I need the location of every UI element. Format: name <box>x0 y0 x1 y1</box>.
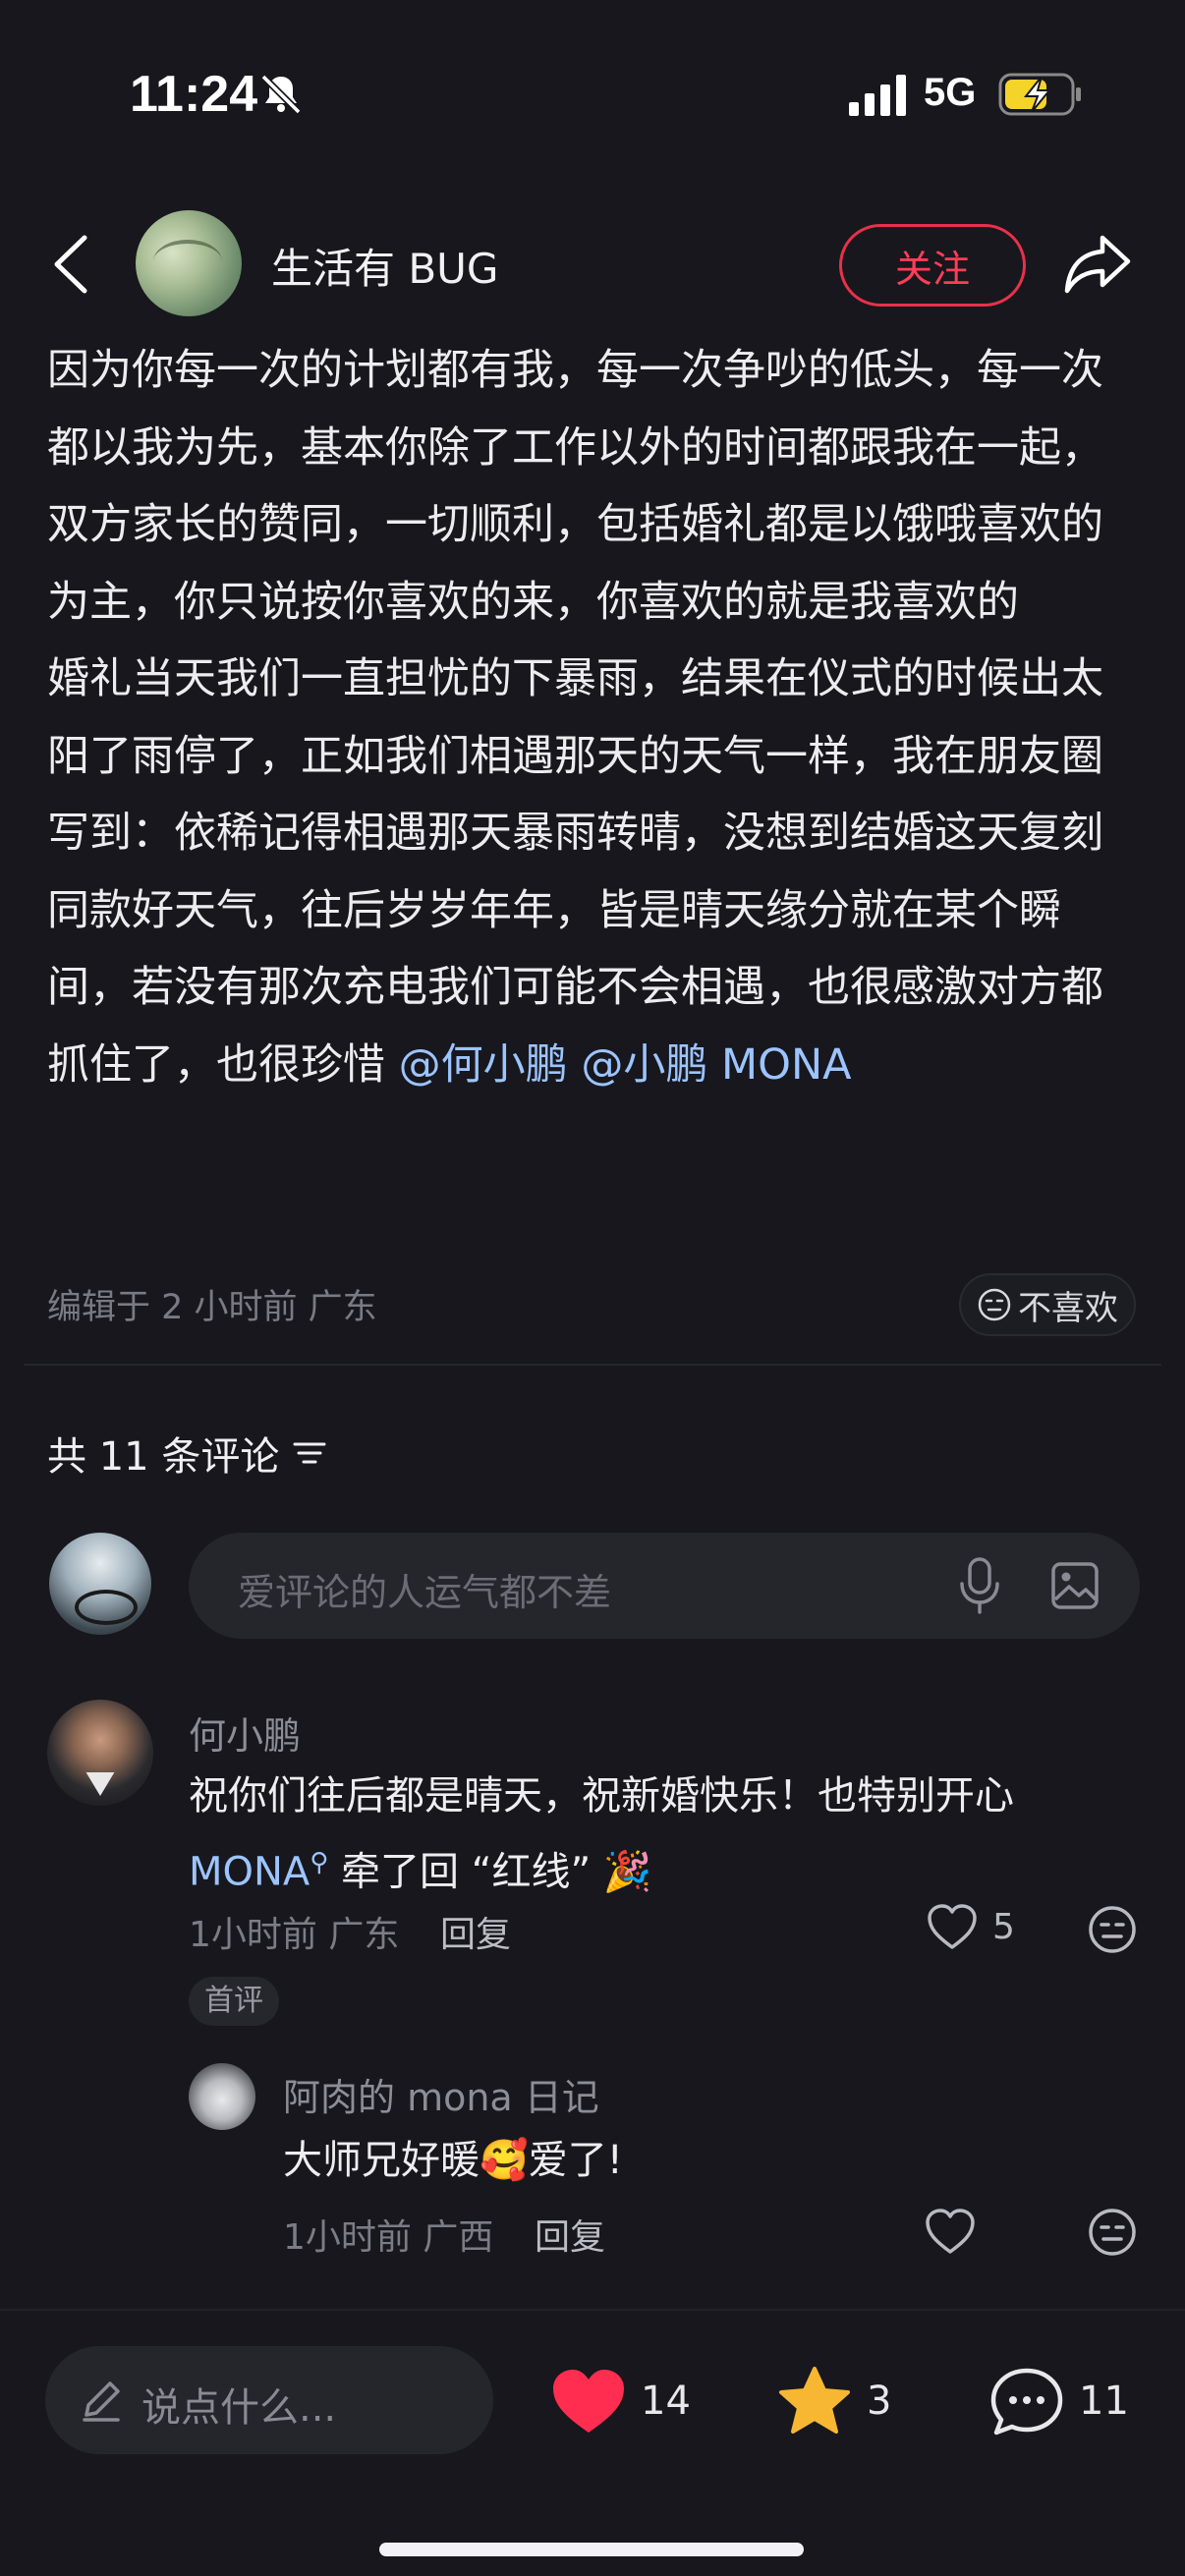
status-time: 11:24 <box>130 66 258 123</box>
post-body: 因为你每一次的计划都有我，每一次争吵的低头，每一次都以我为先，基本你除了工作以外… <box>47 332 1138 1103</box>
status-bar: 11:24 5G <box>0 0 1185 187</box>
author-avatar[interactable] <box>136 210 242 316</box>
reply-avatar[interactable] <box>189 2063 255 2130</box>
reply-meta: 1小时前 广西 <box>283 2217 494 2258</box>
commenter-name[interactable]: 何小鹏 <box>189 1706 301 1760</box>
comment-meta: 1小时前 广东 <box>189 1915 400 1955</box>
favorite-count: 3 <box>867 2379 892 2424</box>
comment-input-placeholder: 爱评论的人运气都不差 <box>238 1571 612 1614</box>
post-meta: 编辑于 2 小时前 广东 <box>47 1288 377 1327</box>
search-link[interactable]: MONA <box>189 1849 310 1894</box>
say-something-input[interactable]: 说点什么... <box>45 2346 493 2454</box>
mention-link[interactable]: @何小鹏 <box>399 1040 568 1090</box>
post-paragraph: 婚礼当天我们一直担忧的下暴雨，结果在仪式的时候出太阳了雨停了，正如我们相遇那天的… <box>47 641 1138 1103</box>
reply-text: 大师兄好暖🥰爱了! <box>283 2138 623 2183</box>
comment-text: 祝你们往后都是晴天，祝新婚快乐！也特别开心 MONA⚲ 牵了回 “红线” 🎉 <box>189 1763 1093 1905</box>
mention-link[interactable]: @小鹏 MONA <box>581 1040 851 1090</box>
favorite-button[interactable]: 3 <box>776 2366 891 2436</box>
comment-total-count: 11 <box>1079 2379 1129 2424</box>
heart-outline-icon[interactable] <box>924 2207 977 2256</box>
first-comment-badge: 首评 <box>189 1977 279 2026</box>
image-icon[interactable] <box>1049 1560 1100 1611</box>
commenter-avatar[interactable] <box>47 1700 153 1806</box>
bottom-action-bar: 说点什么... 14 3 11 <box>0 2309 1185 2576</box>
post-paragraph-text: 婚礼当天我们一直担忧的下暴雨，结果在仪式的时候出太阳了雨停了，正如我们相遇那天的… <box>47 654 1103 1090</box>
meh-face-icon[interactable] <box>1087 2207 1138 2258</box>
comment-count-sort[interactable]: 共 11 条评论 <box>47 1425 326 1482</box>
meh-face-icon[interactable] <box>1087 1904 1138 1955</box>
my-avatar <box>49 1533 151 1635</box>
battery-charging-icon <box>998 73 1081 116</box>
pencil-icon <box>83 2381 120 2422</box>
reply-author-name[interactable]: 阿肉的 mona 日记 <box>283 2067 599 2121</box>
heart-outline-icon <box>928 1904 977 1949</box>
back-arrow-icon[interactable] <box>49 234 92 295</box>
comment-count: 共 11 条评论 <box>47 1434 280 1480</box>
comment-like-button[interactable]: 5 <box>926 1902 1015 1951</box>
comment-text-part: 牵了回 “红线” 🎉 <box>328 1849 652 1895</box>
comment-button[interactable]: 11 <box>988 2366 1129 2436</box>
meh-face-icon <box>978 1288 1011 1321</box>
author-name[interactable]: 生活有 BUG <box>271 236 498 296</box>
heart-filled-icon <box>553 2370 624 2433</box>
dislike-button[interactable]: 不喜欢 <box>959 1273 1136 1336</box>
comment-like-count: 5 <box>992 1906 1015 1947</box>
sort-icon[interactable] <box>293 1438 326 1468</box>
divider <box>24 1364 1161 1366</box>
post-paragraph: 因为你每一次的计划都有我，每一次争吵的低头，每一次都以我为先，基本你除了工作以外… <box>47 346 1103 627</box>
follow-button[interactable]: 关注 <box>839 224 1026 307</box>
reply-button[interactable]: 回复 <box>535 2209 605 2260</box>
share-icon[interactable] <box>1063 232 1132 295</box>
microphone-icon[interactable] <box>957 1556 1002 1615</box>
post-header: 生活有 BUG 关注 <box>0 196 1185 334</box>
comment-bubble-icon <box>990 2368 1063 2436</box>
reply-button[interactable]: 回复 <box>440 1906 511 1957</box>
bell-muted-icon <box>260 74 302 115</box>
comment-input[interactable]: 爱评论的人运气都不差 <box>189 1533 1140 1639</box>
search-link-icon[interactable]: ⚲ <box>310 1848 328 1877</box>
star-filled-icon <box>779 2367 850 2434</box>
signal-icon <box>849 75 906 116</box>
home-indicator[interactable] <box>379 2543 804 2556</box>
comment-text-part: 祝你们往后都是晴天，祝新婚快乐！也特别开心 <box>189 1773 1014 1819</box>
like-button[interactable]: 14 <box>550 2366 691 2436</box>
like-count: 14 <box>641 2379 691 2424</box>
network-type: 5G <box>924 71 977 114</box>
dislike-label: 不喜欢 <box>1018 1288 1118 1328</box>
say-something-placeholder: 说点什么... <box>141 2385 337 2431</box>
